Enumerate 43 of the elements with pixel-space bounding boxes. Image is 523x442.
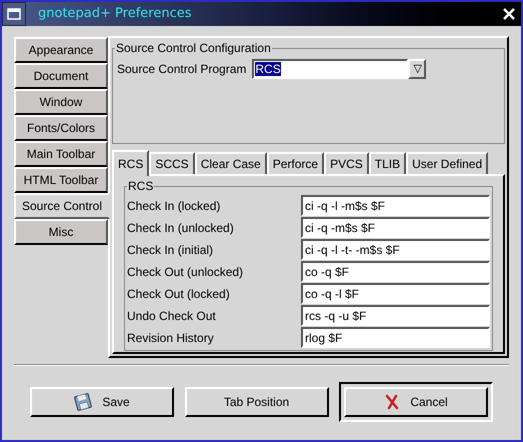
tab[interactable]: RCS bbox=[112, 150, 150, 176]
command-input-field[interactable]: ci -q -m$s $F bbox=[301, 217, 490, 238]
field-label: Source Control Program bbox=[117, 61, 246, 78]
save-button[interactable]: Save bbox=[30, 387, 174, 417]
cancel-button[interactable]: Cancel bbox=[344, 387, 488, 417]
command-input-field[interactable]: ci -q -l -t- -m$s $F bbox=[301, 239, 490, 260]
sidebar-tab[interactable]: Document bbox=[14, 63, 108, 89]
command-label: Check In (initial) bbox=[127, 242, 214, 258]
group-title: RCS bbox=[127, 179, 154, 193]
command-label: Check In (locked) bbox=[127, 198, 222, 214]
group-title: Source Control Configuration bbox=[115, 41, 272, 55]
command-input-field[interactable]: rlog $F bbox=[301, 327, 490, 348]
sidebar-tab[interactable]: Main Toolbar bbox=[14, 141, 108, 167]
sidebar-tab[interactable]: Misc bbox=[14, 219, 108, 245]
sidebar-tab[interactable]: Appearance bbox=[14, 37, 108, 63]
window-menu-icon bbox=[7, 8, 21, 20]
command-input-field[interactable]: co -q $F bbox=[301, 261, 490, 282]
command-input-field[interactable]: co -q -l $F bbox=[301, 283, 490, 304]
sidebar-tab[interactable]: Window bbox=[14, 89, 108, 115]
command-label: Check Out (locked) bbox=[127, 286, 231, 302]
sidebar-tab[interactable]: Fonts/Colors bbox=[14, 115, 108, 141]
command-input-field[interactable]: rcs -q -u $F bbox=[301, 305, 490, 326]
selected-text: RCS bbox=[255, 62, 281, 76]
tab[interactable]: Clear Case bbox=[194, 152, 267, 174]
program-input-field[interactable]: RCS bbox=[252, 59, 408, 79]
command-label: Check In (unlocked) bbox=[127, 220, 235, 236]
tab[interactable]: SCCS bbox=[149, 152, 195, 174]
tab[interactable]: Perforce bbox=[266, 152, 324, 174]
window-menu-button[interactable] bbox=[2, 2, 26, 26]
sidebar-tab[interactable]: Source Control bbox=[14, 193, 110, 219]
x-mark-icon bbox=[384, 394, 400, 410]
sidebar-tab[interactable]: HTML Toolbar bbox=[14, 167, 108, 193]
window-title: gnotepad+ Preferences bbox=[38, 5, 192, 24]
command-label: Undo Check Out bbox=[127, 308, 217, 324]
tab-position-button[interactable]: Tab Position bbox=[184, 387, 328, 417]
tab[interactable]: User Defined bbox=[406, 152, 488, 174]
command-input-field[interactable]: ci -q -l -m$s $F bbox=[301, 195, 490, 216]
dropdown-button[interactable]: ▽ bbox=[408, 59, 426, 79]
command-label: Revision History bbox=[127, 330, 215, 346]
tab[interactable]: PVCS bbox=[324, 152, 369, 174]
close-icon bbox=[502, 7, 516, 21]
tab[interactable]: TLIB bbox=[368, 152, 406, 174]
command-label: Check Out (unlocked) bbox=[127, 264, 244, 280]
